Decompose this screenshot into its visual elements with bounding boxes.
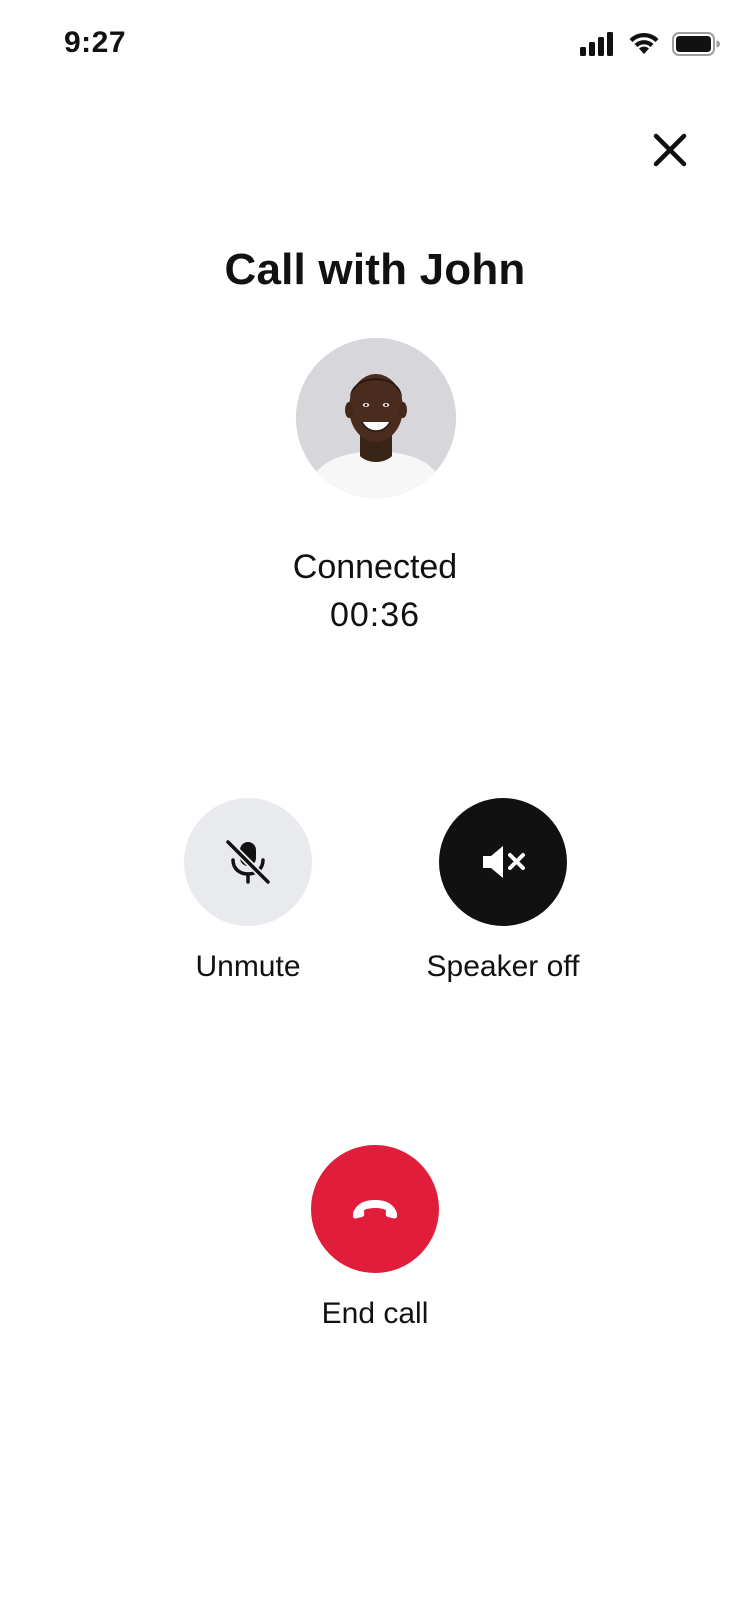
- speaker-off-label: Speaker off: [426, 950, 580, 983]
- status-bar: 9:27: [0, 0, 750, 90]
- wifi-icon: [628, 32, 660, 56]
- unmute-label: Unmute: [195, 950, 301, 983]
- mic-off-icon: [224, 838, 272, 886]
- close-icon: [653, 133, 687, 167]
- mute-control: Unmute: [128, 798, 368, 984]
- close-button[interactable]: [648, 128, 692, 172]
- battery-icon: [672, 32, 720, 56]
- unmute-button[interactable]: [184, 798, 312, 926]
- end-call-button[interactable]: [311, 1145, 439, 1273]
- speaker-control: Speaker off: [383, 798, 623, 984]
- avatar: [296, 338, 456, 498]
- speaker-off-icon: [483, 846, 525, 878]
- avatar-photo: [296, 338, 456, 498]
- status-time: 9:27: [64, 26, 127, 59]
- call-timer: 00:36: [329, 596, 421, 634]
- page-title: Call with John: [224, 245, 526, 294]
- speaker-off-button[interactable]: [439, 798, 567, 926]
- end-call-label: End call: [321, 1297, 429, 1330]
- call-status: Connected: [292, 548, 458, 586]
- status-icons: [580, 32, 720, 56]
- end-call-control: End call: [255, 1145, 495, 1331]
- signal-icon: [580, 32, 616, 56]
- hang-up-icon: [353, 1200, 397, 1219]
